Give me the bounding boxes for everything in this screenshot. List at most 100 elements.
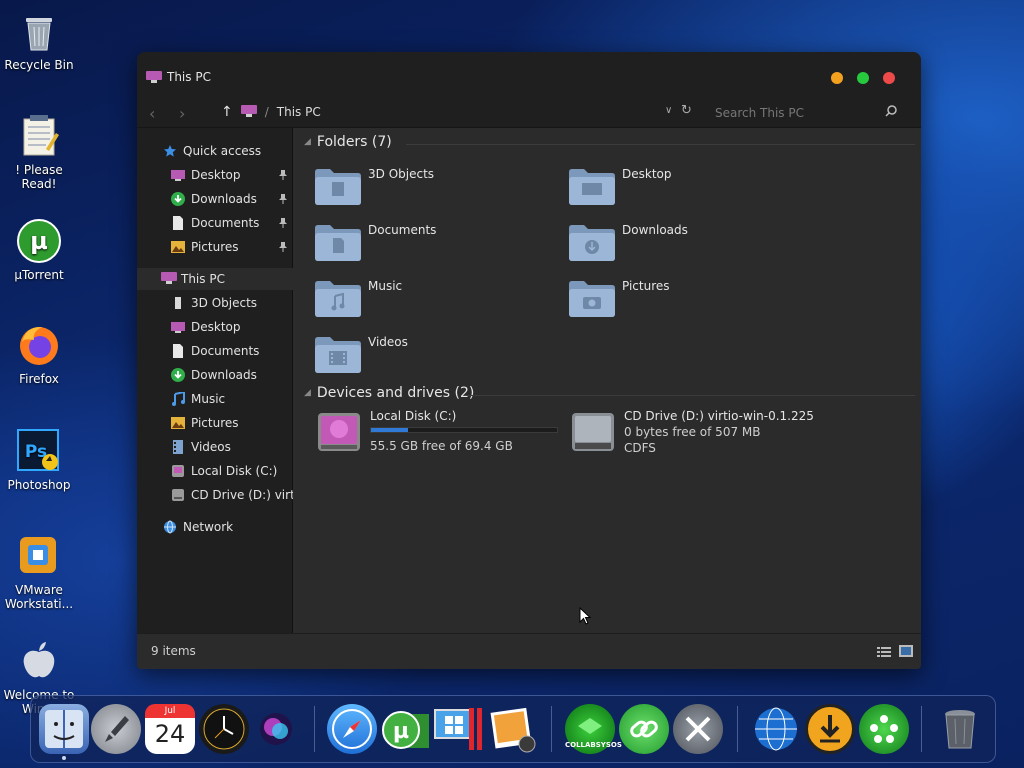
sidebar-item-quick-access[interactable]: Quick access bbox=[163, 140, 291, 162]
dock-separator bbox=[314, 706, 315, 752]
drive-label: Local Disk (C:) bbox=[370, 409, 457, 423]
dock-tools-icon[interactable] bbox=[673, 704, 723, 754]
desktop-icon-firefox[interactable]: Firefox bbox=[2, 322, 76, 386]
breadcrumb-separator: / bbox=[264, 105, 269, 119]
dock-calendar-icon[interactable]: Jul 24 bbox=[145, 704, 195, 754]
dock-photos-icon[interactable] bbox=[487, 704, 537, 754]
pin-icon[interactable] bbox=[279, 241, 287, 252]
sidebar-item-this-pc[interactable]: This PC bbox=[161, 268, 291, 290]
sidebar-item-music[interactable]: Music bbox=[171, 388, 293, 410]
sidebar-item-quick-documents[interactable]: Documents bbox=[171, 212, 291, 234]
desktop-icon-label: µTorrent bbox=[14, 268, 64, 282]
notepad-icon bbox=[16, 113, 62, 159]
folder-label: Documents bbox=[368, 223, 437, 237]
folder-downloads[interactable]: Downloads bbox=[568, 220, 808, 268]
close-button[interactable] bbox=[883, 72, 895, 84]
sidebar-item-documents[interactable]: Documents bbox=[171, 340, 293, 362]
sidebar-item-cd-drive[interactable]: CD Drive (D:) virtio- bbox=[171, 484, 293, 506]
collapse-chevron-icon[interactable]: ◢ bbox=[304, 388, 311, 398]
music-note-icon bbox=[171, 390, 185, 406]
dock-siri-icon[interactable] bbox=[251, 704, 301, 754]
download-icon bbox=[171, 192, 185, 206]
dock-download-icon[interactable] bbox=[805, 704, 855, 754]
pin-icon[interactable] bbox=[279, 169, 287, 180]
pin-icon[interactable] bbox=[279, 193, 287, 204]
section-divider bbox=[466, 395, 915, 396]
dock-utorrent-icon[interactable]: µ bbox=[381, 704, 431, 754]
hard-drive-icon bbox=[171, 464, 185, 478]
sidebar-item-quick-downloads[interactable]: Downloads bbox=[171, 188, 291, 210]
sidebar-item-network[interactable]: Network bbox=[163, 516, 291, 538]
sidebar-item-quick-pictures[interactable]: Pictures bbox=[171, 236, 291, 258]
sidebar-item-quick-desktop[interactable]: Desktop bbox=[171, 164, 291, 186]
dock-safari-icon[interactable] bbox=[327, 704, 377, 754]
section-title: Devices and drives (2) bbox=[316, 385, 475, 401]
sidebar-item-downloads[interactable]: Downloads bbox=[171, 364, 293, 386]
cube-icon bbox=[171, 296, 185, 310]
dock-trash-icon[interactable] bbox=[935, 704, 985, 754]
cd-drive-icon bbox=[171, 488, 185, 502]
this-pc-icon bbox=[161, 272, 177, 286]
desktop-icon-photoshop[interactable]: Ps Photoshop bbox=[2, 428, 76, 492]
picture-icon bbox=[171, 416, 185, 430]
drives-section-header[interactable]: ◢ Devices and drives (2) bbox=[304, 385, 474, 401]
breadcrumb[interactable]: ↑ / This PC bbox=[221, 104, 321, 120]
up-arrow-icon[interactable]: ↑ bbox=[221, 104, 233, 120]
dock-clock-icon[interactable] bbox=[199, 704, 249, 754]
folder-3d-objects[interactable]: 3D Objects bbox=[314, 164, 554, 212]
maximize-button[interactable] bbox=[857, 72, 869, 84]
sidebar-item-3d-objects[interactable]: 3D Objects bbox=[171, 292, 293, 314]
sidebar-item-videos[interactable]: Videos bbox=[171, 436, 293, 458]
dock-finder-icon[interactable] bbox=[39, 704, 89, 754]
chevron-down-icon[interactable]: ∨ bbox=[665, 105, 672, 116]
drive-cd-d[interactable]: CD Drive (D:) virtio-win-0.1.225 0 bytes… bbox=[570, 409, 820, 459]
title-bar[interactable]: This PC bbox=[137, 52, 921, 98]
forward-arrow-icon[interactable]: › bbox=[179, 104, 185, 123]
sidebar-item-label: Desktop bbox=[191, 168, 241, 182]
desktop-icon-label: Photoshop bbox=[7, 478, 71, 492]
dock-collabsysos-icon[interactable]: COLLABSYSOS bbox=[565, 704, 622, 754]
dock-separator bbox=[737, 706, 738, 752]
refresh-icon[interactable]: ↻ bbox=[681, 103, 692, 118]
sidebar-item-desktop[interactable]: Desktop bbox=[171, 316, 293, 338]
drive-free-space: 55.5 GB free of 69.4 GB bbox=[370, 439, 513, 453]
folder-desktop-icon bbox=[569, 169, 615, 205]
dock-parallels-icon[interactable] bbox=[433, 704, 483, 754]
search-input[interactable]: Search This PC bbox=[707, 103, 907, 123]
desktop-icon-utorrent[interactable]: µ µTorrent bbox=[2, 218, 76, 282]
picture-icon bbox=[171, 240, 185, 254]
large-icons-view-icon[interactable] bbox=[899, 645, 913, 660]
dock-launchpad-icon[interactable] bbox=[91, 704, 141, 754]
folder-downloads-icon bbox=[569, 225, 615, 261]
sidebar-item-label: CD Drive (D:) virtio- bbox=[191, 488, 293, 502]
folder-pictures[interactable]: Pictures bbox=[568, 276, 808, 324]
desktop-icon-vmware[interactable]: VMware Workstati... bbox=[2, 533, 76, 611]
folder-desktop[interactable]: Desktop bbox=[568, 164, 808, 212]
folder-label: Videos bbox=[368, 335, 408, 349]
folder-documents[interactable]: Documents bbox=[314, 220, 554, 268]
content-pane: ◢ Folders (7) 3D Objects Desktop Documen… bbox=[294, 128, 921, 633]
minimize-button[interactable] bbox=[831, 72, 843, 84]
folders-section-header[interactable]: ◢ Folders (7) bbox=[304, 134, 392, 150]
breadcrumb-this-pc[interactable]: This PC bbox=[277, 105, 321, 119]
drive-local-disk-c[interactable]: Local Disk (C:) 55.5 GB free of 69.4 GB bbox=[316, 409, 566, 459]
pin-icon[interactable] bbox=[279, 217, 287, 228]
download-icon bbox=[171, 368, 185, 382]
drive-free-space: 0 bytes free of 507 MB bbox=[624, 425, 761, 439]
details-view-icon[interactable] bbox=[877, 646, 891, 661]
search-placeholder: Search This PC bbox=[715, 106, 804, 120]
this-pc-icon bbox=[240, 104, 257, 120]
desktop-icon-please-read[interactable]: ! Please Read! bbox=[2, 113, 76, 191]
search-icon[interactable] bbox=[885, 105, 897, 120]
dock-www-globe-icon[interactable] bbox=[751, 704, 801, 754]
desktop-icon-recycle-bin[interactable]: Recycle Bin bbox=[2, 8, 76, 72]
dock-group-icon[interactable] bbox=[859, 704, 909, 754]
dock-link-icon[interactable] bbox=[619, 704, 669, 754]
folder-music[interactable]: Music bbox=[314, 276, 554, 324]
mouse-cursor-icon bbox=[579, 606, 592, 628]
folder-videos[interactable]: Videos bbox=[314, 332, 554, 380]
back-arrow-icon[interactable]: ‹ bbox=[149, 104, 155, 123]
sidebar-item-local-disk[interactable]: Local Disk (C:) bbox=[171, 460, 293, 482]
sidebar-item-pictures[interactable]: Pictures bbox=[171, 412, 293, 434]
collapse-chevron-icon[interactable]: ◢ bbox=[304, 137, 311, 147]
